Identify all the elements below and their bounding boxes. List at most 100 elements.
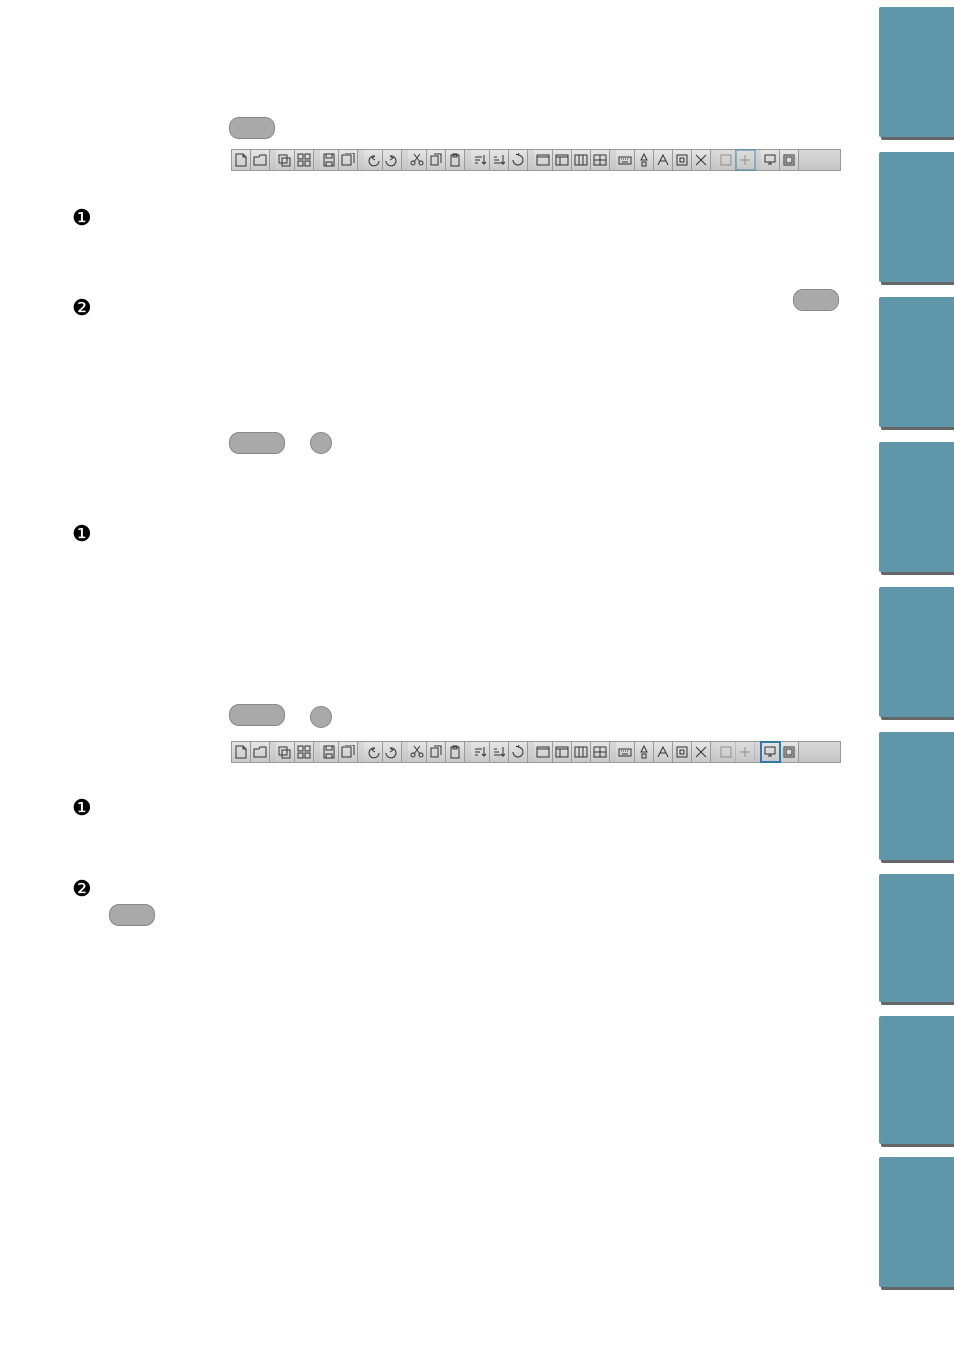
paste-icon [448, 153, 462, 167]
tool-b-button[interactable] [654, 742, 673, 762]
tool-c-button[interactable] [673, 150, 692, 170]
side-tabs [874, 0, 954, 1348]
open-button[interactable] [251, 742, 270, 762]
save-button[interactable] [320, 742, 339, 762]
save-all-icon [341, 153, 355, 167]
copy-button[interactable] [427, 150, 446, 170]
cascade-icon [278, 745, 292, 759]
undo-icon [366, 745, 380, 759]
dim2-button[interactable] [736, 150, 755, 170]
save-all-button[interactable] [339, 742, 358, 762]
open-button[interactable] [251, 150, 270, 170]
window2-icon [555, 153, 569, 167]
refresh-button[interactable] [509, 150, 528, 170]
tile-icon [297, 745, 311, 759]
monitor-button[interactable] [761, 150, 780, 170]
tool-d-button[interactable] [692, 150, 711, 170]
side-tab[interactable] [879, 7, 954, 137]
sort-asc-icon [473, 153, 487, 167]
keyboard-button[interactable] [616, 742, 635, 762]
settings-icon [782, 745, 796, 759]
dim2-icon [738, 745, 752, 759]
save-all-button[interactable] [339, 150, 358, 170]
window2-button[interactable] [553, 742, 572, 762]
window3-button[interactable] [572, 742, 591, 762]
new-doc-icon [234, 745, 248, 759]
settings-button[interactable] [780, 742, 799, 762]
dim1-icon [719, 153, 733, 167]
numbered-bullet: ❷ [72, 297, 92, 319]
window1-button[interactable] [534, 150, 553, 170]
refresh-icon [511, 745, 525, 759]
new-doc-button[interactable] [232, 150, 251, 170]
settings-icon [782, 153, 796, 167]
dim1-button[interactable] [717, 742, 736, 762]
sort-desc-button[interactable] [490, 150, 509, 170]
numbered-bullet: ❶ [72, 797, 92, 819]
side-tab[interactable] [879, 1016, 954, 1144]
side-tab[interactable] [879, 1157, 954, 1287]
cut-button[interactable] [408, 150, 427, 170]
window4-button[interactable] [591, 150, 610, 170]
redo-icon [385, 745, 399, 759]
window3-button[interactable] [572, 150, 591, 170]
side-tab[interactable] [879, 152, 954, 282]
side-tab[interactable] [879, 874, 954, 1002]
redo-button[interactable] [383, 742, 402, 762]
side-tab[interactable] [879, 442, 954, 572]
refresh-icon [511, 153, 525, 167]
cut-button[interactable] [408, 742, 427, 762]
side-tab[interactable] [879, 297, 954, 427]
numbered-bullet: ❷ [72, 878, 92, 900]
window4-button[interactable] [591, 742, 610, 762]
tool-a-button[interactable] [635, 742, 654, 762]
tool-d-icon [694, 153, 708, 167]
tool-c-icon [675, 153, 689, 167]
side-tab[interactable] [879, 587, 954, 717]
numbered-bullet: ❶ [72, 207, 92, 229]
keyboard-button[interactable] [616, 150, 635, 170]
paste-icon [448, 745, 462, 759]
sort-asc-button[interactable] [471, 742, 490, 762]
new-doc-icon [234, 153, 248, 167]
tile-button[interactable] [295, 150, 314, 170]
tool-b-button[interactable] [654, 150, 673, 170]
sort-asc-icon [473, 745, 487, 759]
refresh-button[interactable] [509, 742, 528, 762]
save-button[interactable] [320, 150, 339, 170]
paste-button[interactable] [446, 150, 465, 170]
tool-d-icon [694, 745, 708, 759]
dim2-button[interactable] [736, 742, 755, 762]
cascade-button[interactable] [276, 150, 295, 170]
undo-button[interactable] [364, 150, 383, 170]
sort-asc-button[interactable] [471, 150, 490, 170]
tool-b-icon [656, 153, 670, 167]
monitor-button[interactable] [761, 742, 780, 762]
sort-desc-icon [492, 745, 506, 759]
tool-d-button[interactable] [692, 742, 711, 762]
tile-button[interactable] [295, 742, 314, 762]
tool-a-icon [637, 745, 651, 759]
window1-button[interactable] [534, 742, 553, 762]
undo-button[interactable] [364, 742, 383, 762]
cascade-button[interactable] [276, 742, 295, 762]
window4-icon [593, 745, 607, 759]
numbered-bullet: ❶ [72, 523, 92, 545]
dim2-icon [738, 153, 752, 167]
paste-button[interactable] [446, 742, 465, 762]
new-doc-button[interactable] [232, 742, 251, 762]
undo-icon [366, 153, 380, 167]
settings-button[interactable] [780, 150, 799, 170]
copy-button[interactable] [427, 742, 446, 762]
sort-desc-button[interactable] [490, 742, 509, 762]
cut-icon [410, 153, 424, 167]
dim1-icon [719, 745, 733, 759]
dim1-button[interactable] [717, 150, 736, 170]
tool-a-button[interactable] [635, 150, 654, 170]
window2-button[interactable] [553, 150, 572, 170]
redo-button[interactable] [383, 150, 402, 170]
side-tab[interactable] [879, 732, 954, 860]
tool-c-button[interactable] [673, 742, 692, 762]
tool-c-icon [675, 745, 689, 759]
keyboard-icon [618, 745, 632, 759]
